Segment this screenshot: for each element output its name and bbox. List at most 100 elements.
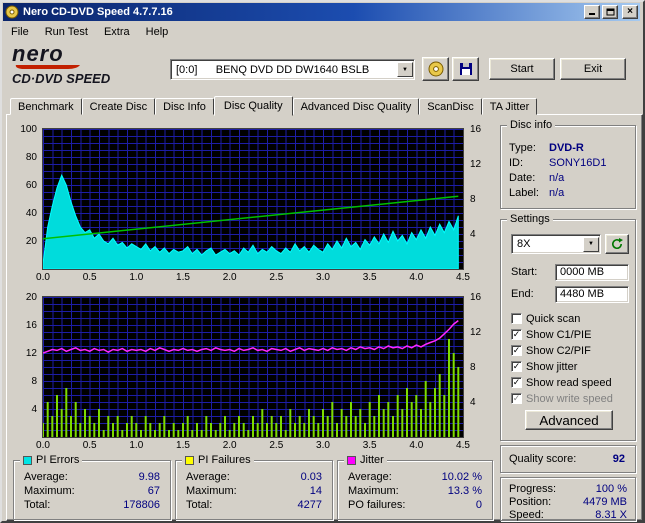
maximize-button[interactable] — [602, 5, 618, 19]
checkbox-box[interactable]: ✓ — [511, 345, 522, 356]
quality-score-box: Quality score: 92 — [500, 445, 636, 473]
checkbox-box[interactable]: ✓ — [511, 329, 522, 340]
minimize-button[interactable] — [584, 5, 600, 19]
quality-score-label: Quality score: — [509, 453, 577, 465]
checkbox-show-jitter[interactable]: ✓ Show jitter — [511, 360, 577, 373]
stat-value: 10.02 % — [441, 471, 482, 483]
axis-tick: 8 — [470, 362, 476, 373]
settings-title: Settings — [507, 213, 553, 225]
speed-right-axis: 16 12 8 4 — [467, 124, 491, 269]
refresh-speeds-button[interactable] — [605, 234, 629, 254]
pi-errors-stats: PI Errors Average: 9.98 Maximum: 67 Total: 178… — [13, 454, 171, 520]
info-label: ID: — [509, 157, 524, 169]
axis-tick: 4.0 — [409, 272, 424, 283]
logo-product-name: CD·DVD SPEED — [12, 71, 111, 86]
stat-value: 0 — [475, 499, 482, 511]
axis-tick: 8 — [470, 194, 476, 205]
axis-tick: 60 — [25, 180, 37, 191]
start-position-field[interactable]: 0000 MB — [555, 264, 629, 281]
logo-wordmark: nero — [12, 41, 64, 66]
tab-strip: Benchmark Create Disc Disc Info Disc Qualit… — [10, 94, 538, 116]
checkbox-label: Show C2/PIF — [526, 344, 591, 357]
jitter-stats: Jitter Average: 10.02 % Maximum: 13.3 % PO fa… — [337, 454, 493, 520]
checkbox-show-write-speed: ✓ Show write speed — [511, 392, 613, 405]
checkbox-show-read-speed[interactable]: ✓ Show read speed — [511, 376, 612, 389]
axis-tick: 1.5 — [176, 272, 190, 283]
tab-disc-info[interactable]: Disc Info — [155, 98, 214, 115]
stat-label: Maximum: — [186, 485, 237, 497]
pie-x-axis: 0.0 0.5 1.0 1.5 2.0 2.5 3.0 3.5 4.0 4.5 — [36, 272, 470, 284]
axis-tick: 12 — [25, 348, 37, 359]
save-results-button[interactable] — [452, 57, 479, 81]
menu-extra[interactable]: Extra — [96, 24, 138, 40]
tab-create-disc[interactable]: Create Disc — [81, 98, 156, 115]
axis-tick: 16 — [470, 124, 482, 135]
refresh-icon — [610, 237, 624, 251]
legend-title: Jitter — [344, 454, 387, 466]
info-value: SONY16D1 — [549, 157, 607, 169]
eject-disc-button[interactable] — [422, 57, 449, 81]
stat-value: 14 — [309, 485, 322, 497]
legend-swatch — [347, 455, 356, 465]
start-button[interactable]: Start — [489, 58, 555, 80]
jitter-right-axis: 16 12 8 4 — [467, 292, 491, 437]
tab-scandisc[interactable]: ScanDisc — [419, 98, 482, 115]
stat-value: 178806 — [123, 499, 160, 511]
progress-row: Progress: 100 % — [509, 483, 627, 496]
progress-value: 100 % — [595, 483, 627, 495]
checkbox-box[interactable] — [511, 313, 522, 324]
disc-info-title: Disc info — [507, 119, 556, 131]
disc-info-group: Disc info Type: DVD-R ID: SONY16D1 Date: n/a L… — [500, 119, 636, 209]
checkbox-quick-scan[interactable]: Quick scan — [511, 312, 580, 325]
menu-help[interactable]: Help — [138, 24, 177, 40]
menu-run-test[interactable]: Run Test — [37, 24, 96, 40]
stat-row: Total: 178806 — [24, 499, 160, 512]
drive-select[interactable]: [0:0] BENQ DVD DD DW1640 BSLB ▼ — [170, 59, 415, 80]
axis-tick: 4 — [31, 404, 37, 415]
chevron-down-icon[interactable]: ▼ — [583, 236, 599, 252]
progress-label: Progress: — [509, 483, 557, 495]
progress-row: Speed: 8.31 X — [509, 509, 627, 522]
advanced-button[interactable]: Advanced — [525, 410, 613, 430]
axis-tick: 3.5 — [362, 272, 377, 283]
pif-left-axis: 20 16 12 8 4 — [11, 292, 39, 437]
titlebar[interactable]: Nero CD-DVD Speed 4.7.7.16 × — [3, 3, 640, 21]
tab-ta-jitter[interactable]: TA Jitter — [481, 98, 538, 115]
checkbox-show-c2-pif[interactable]: ✓ Show C2/PIF — [511, 344, 591, 357]
end-position-field[interactable]: 4480 MB — [555, 286, 629, 303]
checkbox-label: Show C1/PIE — [526, 328, 592, 341]
stat-label: Average: — [348, 471, 392, 483]
app-icon — [5, 5, 19, 19]
info-value: n/a — [549, 187, 565, 199]
pif-jitter-plot — [42, 296, 464, 438]
info-label: Date: — [509, 172, 536, 184]
progress-row: Position: 4479 MB — [509, 496, 627, 509]
start-position-label: Start: — [511, 266, 538, 278]
stat-row: Maximum: 67 — [24, 485, 160, 498]
checkbox-box[interactable]: ✓ — [511, 377, 522, 388]
pie-left-axis: 100 80 60 40 20 — [11, 124, 39, 269]
legend-swatch — [185, 455, 194, 465]
stat-label: Maximum: — [24, 485, 75, 497]
chevron-down-icon[interactable]: ▼ — [397, 62, 413, 77]
progress-label: Position: — [509, 496, 552, 508]
checkbox-show-c1-pie[interactable]: ✓ Show C1/PIE — [511, 328, 591, 341]
speed-select[interactable]: 8X ▼ — [511, 234, 601, 254]
stat-label: Average: — [186, 471, 230, 483]
tab-disc-quality[interactable]: Disc Quality — [213, 96, 293, 116]
legend-title: PI Failures — [182, 454, 254, 466]
checkbox-box[interactable]: ✓ — [511, 361, 522, 372]
axis-tick: 4 — [470, 229, 476, 240]
exit-button[interactable]: Exit — [560, 58, 626, 80]
checkbox-box: ✓ — [511, 393, 522, 404]
stat-label: Average: — [24, 471, 68, 483]
tab-benchmark[interactable]: Benchmark — [10, 98, 82, 115]
stat-label: PO failures: — [348, 499, 406, 511]
info-value: DVD-R — [549, 142, 584, 154]
tab-advanced-disc-quality[interactable]: Advanced Disc Quality — [292, 98, 420, 115]
axis-tick: 2.5 — [269, 272, 284, 283]
close-button[interactable]: × — [622, 5, 638, 19]
menu-file[interactable]: File — [3, 24, 37, 40]
end-position-label: End: — [511, 288, 534, 300]
stat-row: Average: 9.98 — [24, 471, 160, 484]
